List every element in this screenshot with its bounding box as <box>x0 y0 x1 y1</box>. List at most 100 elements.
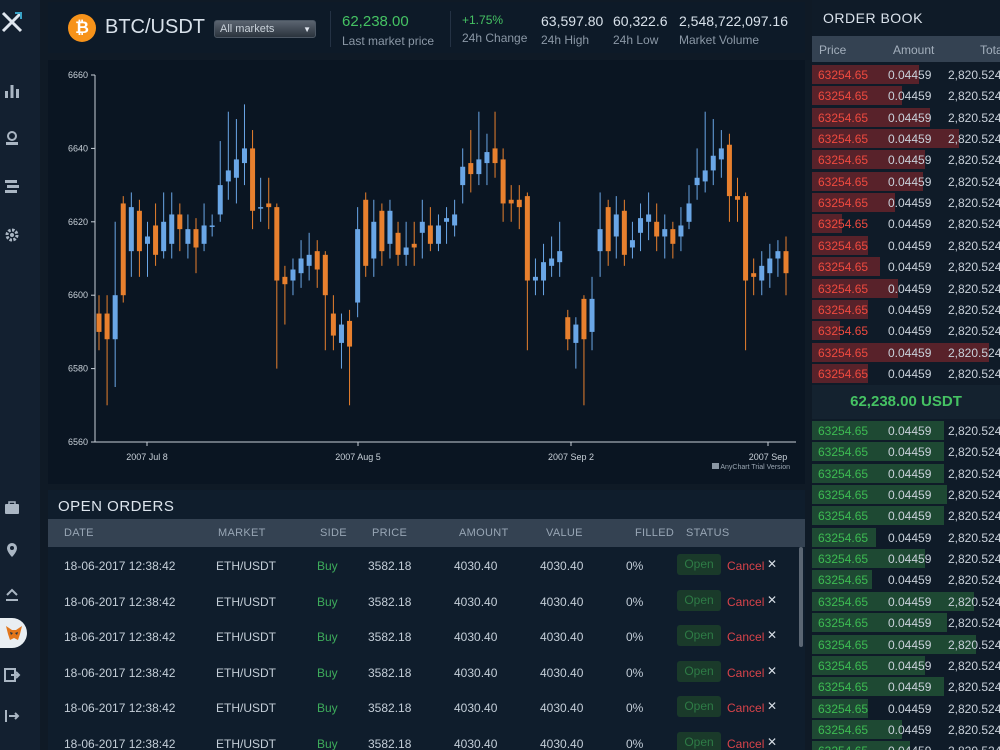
bid-row[interactable]: 63254.65 0.04459 2,820.524 <box>812 420 1000 441</box>
ask-row[interactable]: 63254.65 0.04459 2,820.524 <box>812 149 1000 170</box>
price-chart-panel[interactable]: 6560 6580 6600 6620 6640 6660 2007 Jul 8 2007 A… <box>48 60 805 484</box>
candlestick-chart[interactable]: 6560 6580 6600 6620 6640 6660 2007 Jul 8 2007 A… <box>48 60 805 484</box>
book-total: 2,820.524 <box>948 658 1000 673</box>
book-total: 2,820.524 <box>948 174 1000 189</box>
logout-icon[interactable] <box>0 663 24 687</box>
candle-down <box>322 254 328 296</box>
order-filled: 0% <box>626 559 644 573</box>
cancel-order-button[interactable]: Cancel <box>727 666 764 680</box>
candle-up <box>161 221 167 252</box>
book-price: 63254.65 <box>818 68 869 82</box>
metamask-fox-icon[interactable] <box>0 618 27 648</box>
bid-row[interactable]: 63254.65 0.04459 2,820.524 <box>812 612 1000 633</box>
book-amount: 0.04459 <box>888 217 932 232</box>
candle-up <box>419 221 425 233</box>
book-amount: 0.04459 <box>888 722 932 737</box>
bar-chart-icon[interactable] <box>0 78 24 102</box>
ask-row[interactable]: 63254.65 0.04459 2,820.524 <box>812 235 1000 256</box>
book-price: 63254.65 <box>818 722 869 737</box>
ask-row[interactable]: 63254.65 0.04459 2,820.524 <box>812 64 1000 85</box>
ask-row[interactable]: 63254.65 0.04459 2,820.524 <box>812 342 1000 363</box>
bid-row[interactable]: 63254.65 0.04459 2,820.524 <box>812 676 1000 697</box>
order-side: Buy <box>317 665 338 680</box>
y-tick-label: 6620 <box>68 217 88 227</box>
list-icon[interactable] <box>0 174 24 198</box>
ask-row[interactable]: 63254.65 0.04459 2,820.524 <box>812 363 1000 384</box>
ask-row[interactable]: 63254.65 0.04459 2,820.524 <box>812 107 1000 128</box>
book-amount: 0.04459 <box>888 744 931 750</box>
upload-icon[interactable] <box>0 582 24 606</box>
ask-row[interactable]: 63254.65 0.04459 2,820.524 <box>812 85 1000 106</box>
book-amount: 0.04459 <box>888 324 932 339</box>
bid-row[interactable]: 63254.65 0.04459 2,820.524 <box>812 505 1000 526</box>
close-icon[interactable]: ✕ <box>767 557 777 571</box>
bid-row[interactable]: 63254.65 0.04459 2,820.524 <box>812 591 1000 612</box>
bid-row[interactable]: 63254.65 0.04459 2,820.524 <box>812 655 1000 676</box>
settings-gear-icon[interactable] <box>0 223 24 247</box>
candle-up <box>209 225 215 227</box>
x-tick-label: 2007 Jul 8 <box>126 452 168 462</box>
order-amount: 4030.40 <box>454 665 498 680</box>
close-icon[interactable]: ✕ <box>767 735 777 749</box>
close-icon[interactable]: ✕ <box>767 593 777 607</box>
book-price: 63254.65 <box>818 573 869 588</box>
bid-row[interactable]: 63254.65 0.04459 2,820.524 <box>812 527 1000 548</box>
book-amount: 0.04459 <box>888 260 932 275</box>
candle-up <box>541 262 547 281</box>
close-icon[interactable]: ✕ <box>767 664 777 678</box>
order-price: 3582.18 <box>368 701 412 715</box>
ask-row[interactable]: 63254.65 0.04459 2,820.524 <box>812 171 1000 192</box>
book-amount: 0.04459 <box>888 302 932 317</box>
last-price-label: Last market price <box>342 34 435 48</box>
book-price: 63254.65 <box>818 345 869 360</box>
cancel-order-button[interactable]: Cancel <box>727 630 764 644</box>
bid-row[interactable]: 63254.65 0.04459 2,820.524 <box>812 698 1000 719</box>
bid-row[interactable]: 63254.65 0.04459 2,820.524 <box>812 484 1000 505</box>
ask-row[interactable]: 63254.65 0.04459 2,820.524 <box>812 320 1000 341</box>
close-icon[interactable]: ✕ <box>767 628 777 642</box>
candle-up <box>767 258 773 274</box>
candle-up <box>128 207 134 252</box>
user-icon[interactable] <box>0 126 24 150</box>
close-icon[interactable]: ✕ <box>767 699 777 713</box>
ask-row[interactable]: 63254.65 0.04459 2,820.524 <box>812 213 1000 234</box>
ask-row[interactable]: 63254.65 0.04459 2,820.524 <box>812 299 1000 320</box>
bid-row[interactable]: 63254.65 0.04459 2,820.524 <box>812 634 1000 655</box>
order-book-panel: ORDER BOOK Price Amount Total 63254.65 0.… <box>812 0 1000 750</box>
ask-row[interactable]: 63254.65 0.04459 2,820.524 <box>812 128 1000 149</box>
bid-row[interactable]: 63254.65 0.04459 2,820.524 <box>812 740 1000 750</box>
order-value: 4030.40 <box>540 701 584 715</box>
candle-up <box>290 269 296 281</box>
ask-row[interactable]: 63254.65 0.04459 2,820.524 <box>812 192 1000 213</box>
location-pin-icon[interactable] <box>0 538 24 562</box>
cancel-order-button[interactable]: Cancel <box>727 595 764 609</box>
cancel-order-button[interactable]: Cancel <box>727 559 764 573</box>
cancel-order-button[interactable]: Cancel <box>727 737 764 750</box>
orders-scrollbar[interactable] <box>799 547 803 647</box>
order-date: 18-06-2017 12:38:42 <box>64 594 176 609</box>
cancel-order-button[interactable]: Cancel <box>727 701 764 715</box>
last-price-value: 62,238.00 <box>342 13 409 30</box>
bitcoin-logo-icon: ₿ <box>68 14 96 42</box>
book-price: 63254.65 <box>818 680 869 695</box>
bid-row[interactable]: 63254.65 0.04459 2,820.524 <box>812 719 1000 740</box>
logo-x-icon[interactable] <box>0 10 24 34</box>
candle-down <box>581 298 587 340</box>
wallet-icon[interactable] <box>0 496 24 520</box>
watermark-label: AnyChart Trial Version <box>720 464 790 471</box>
candle-down <box>524 196 530 281</box>
order-side: Buy <box>317 630 338 644</box>
bid-row[interactable]: 63254.65 0.04459 2,820.524 <box>812 569 1000 590</box>
market-select[interactable]: All markets ▼ <box>214 20 316 38</box>
y-tick-label: 6660 <box>68 70 88 80</box>
candle-down <box>516 199 522 208</box>
bid-row[interactable]: 63254.65 0.04459 2,820.524 <box>812 463 1000 484</box>
candle-down <box>492 148 498 164</box>
candle-down <box>193 229 199 248</box>
collapse-arrow-icon[interactable] <box>0 704 24 728</box>
bid-row[interactable]: 63254.65 0.04459 2,820.524 <box>812 441 1000 462</box>
ask-row[interactable]: 63254.65 0.04459 2,820.524 <box>812 278 1000 299</box>
bid-row[interactable]: 63254.65 0.04459 2,820.524 <box>812 548 1000 569</box>
ask-row[interactable]: 63254.65 0.04459 2,820.524 <box>812 256 1000 277</box>
market-header: ₿ BTC/USDT All markets ▼ 62,238.00 Last … <box>48 2 805 53</box>
